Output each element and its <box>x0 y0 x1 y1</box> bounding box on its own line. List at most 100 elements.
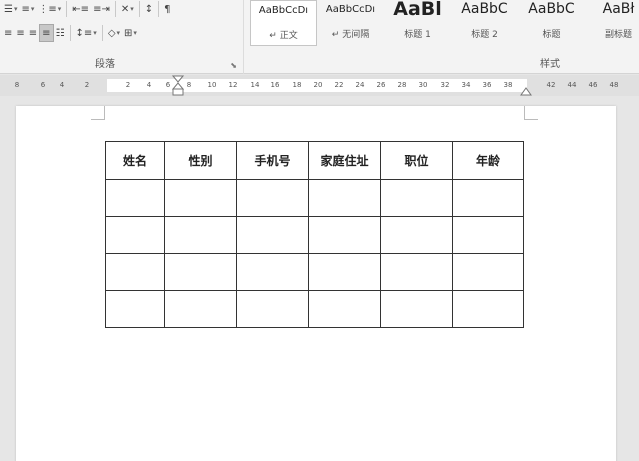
style-gallery: AaBbCcDı ↵ 正文 AaBbCcDı ↵ 无间隔 AaBl 标题 1 A… <box>250 0 639 46</box>
borders-icon[interactable]: ⊞ ▾ <box>122 24 139 42</box>
table-cell[interactable] <box>452 216 524 254</box>
style-normal[interactable]: AaBbCcDı ↵ 正文 <box>250 0 317 46</box>
numbering-icon[interactable]: ≡ ▾ <box>19 0 36 18</box>
align-center-icon[interactable]: ≡ <box>14 24 26 42</box>
style-preview: AaBl <box>393 0 442 20</box>
ruler-number: 38 <box>503 81 513 89</box>
margin-corner-mark <box>91 106 105 120</box>
table-cell[interactable] <box>236 290 309 328</box>
distributed-icon[interactable]: ☷ <box>54 24 67 42</box>
bullets-icon[interactable]: ☰ ▾ <box>2 0 19 18</box>
paragraph-group-label: 段落 <box>95 59 115 70</box>
table-cell[interactable] <box>105 216 165 254</box>
separator <box>69 25 71 41</box>
table-cell[interactable] <box>308 253 381 291</box>
table-cell[interactable] <box>452 253 524 291</box>
ruler-number: 26 <box>376 81 386 89</box>
style-preview: AaBbC <box>528 1 575 17</box>
ruler-number: 6 <box>40 81 46 89</box>
ruler-number: 24 <box>355 81 365 89</box>
chinese-layout-icon[interactable]: ✕ ▾ <box>119 0 136 18</box>
ruler-number: 22 <box>334 81 344 89</box>
ruler-number: 18 <box>292 81 302 89</box>
table-header-row: 姓名 性别 手机号 家庭住址 职位 年龄 <box>105 141 524 180</box>
header-cell[interactable]: 性别 <box>164 141 237 180</box>
header-cell[interactable]: 职位 <box>380 141 453 180</box>
style-subtitle[interactable]: AaBł 副标题 <box>585 0 639 46</box>
style-no-spacing[interactable]: AaBbCcDı ↵ 无间隔 <box>317 0 384 46</box>
table-cell[interactable] <box>105 253 165 291</box>
table-cell[interactable] <box>164 216 237 254</box>
styles-group: AaBbCcDı ↵ 正文 AaBbCcDı ↵ 无间隔 AaBl 标题 1 A… <box>250 0 639 74</box>
table-cell[interactable] <box>105 290 165 328</box>
employee-table[interactable]: 姓名 性别 手机号 家庭住址 职位 年龄 <box>105 141 524 328</box>
ruler-number: 2 <box>125 81 131 89</box>
increase-indent-icon[interactable]: ≡⇥ <box>91 0 112 18</box>
line-spacing-icon[interactable]: ↕≡ ▾ <box>74 24 99 42</box>
shading-icon[interactable]: ◇ ▾ <box>106 24 122 42</box>
show-marks-icon[interactable]: ¶ <box>162 0 172 18</box>
justify-icon[interactable]: ≡ <box>39 24 54 42</box>
ruler-number: 10 <box>207 81 217 89</box>
style-heading-2[interactable]: AaBbC 标题 2 <box>451 0 518 46</box>
table-cell[interactable] <box>380 290 453 328</box>
right-indent-marker-icon[interactable] <box>520 75 532 96</box>
style-preview: AaBbC <box>461 1 508 17</box>
decrease-indent-icon[interactable]: ⇤≡ <box>70 0 91 18</box>
ruler-number: 8 <box>14 81 20 89</box>
style-name: 标题 2 <box>471 30 498 40</box>
margin-corner-mark <box>524 106 538 120</box>
style-preview: AaBł <box>602 1 635 17</box>
ruler-number: 20 <box>313 81 323 89</box>
ruler-number: 36 <box>482 81 492 89</box>
paragraph-row-1: ☰ ▾ ≡ ▾ ⋮≡ ▾ ⇤≡ ≡⇥ ✕ ▾ ↕ ¶ <box>2 0 173 18</box>
separator <box>138 1 140 17</box>
ruler-number: 14 <box>250 81 260 89</box>
table-cell[interactable] <box>308 179 381 217</box>
table-row <box>105 253 524 291</box>
style-preview: AaBbCcDı <box>325 4 376 15</box>
table-cell[interactable] <box>308 290 381 328</box>
style-title[interactable]: AaBbC 标题 <box>518 0 585 46</box>
ruler-number: 28 <box>397 81 407 89</box>
ruler-number: 44 <box>567 81 577 89</box>
paragraph-dialog-launcher-icon[interactable]: ⬊ <box>230 61 237 70</box>
separator <box>66 1 68 17</box>
align-right-icon[interactable]: ≡ <box>27 24 39 42</box>
table-cell[interactable] <box>164 290 237 328</box>
table-cell[interactable] <box>236 179 309 217</box>
separator <box>101 25 103 41</box>
table-cell[interactable] <box>164 253 237 291</box>
table-cell[interactable] <box>236 253 309 291</box>
table-cell[interactable] <box>380 216 453 254</box>
ruler-number: 8 <box>186 81 192 89</box>
header-cell[interactable]: 姓名 <box>105 141 165 180</box>
ruler-number: 4 <box>146 81 152 89</box>
header-cell[interactable]: 家庭住址 <box>308 141 381 180</box>
header-cell[interactable]: 手机号 <box>236 141 309 180</box>
style-name: ↵ 正文 <box>269 31 298 41</box>
horizontal-ruler[interactable]: 8 6 4 2 2 4 6 8 10 12 14 16 18 20 22 24 … <box>0 75 639 96</box>
ruler-number: 42 <box>546 81 556 89</box>
sort-icon[interactable]: ↕ <box>143 0 155 18</box>
multilevel-list-icon[interactable]: ⋮≡ ▾ <box>36 0 63 18</box>
styles-group-label: 样式 <box>540 59 560 70</box>
table-cell[interactable] <box>105 179 165 217</box>
ribbon: ☰ ▾ ≡ ▾ ⋮≡ ▾ ⇤≡ ≡⇥ ✕ ▾ ↕ ¶ ≡ ≡ ≡ ≡ ☷ ↕≡ ▾ ◇ ▾ … <box>0 0 639 74</box>
ruler-number: 4 <box>59 81 65 89</box>
table-cell[interactable] <box>452 179 524 217</box>
document-page[interactable]: 姓名 性别 手机号 家庭住址 职位 年龄 <box>16 106 616 461</box>
table-row <box>105 216 524 254</box>
table-cell[interactable] <box>236 216 309 254</box>
table-cell[interactable] <box>380 179 453 217</box>
table-cell[interactable] <box>164 179 237 217</box>
header-cell[interactable]: 年龄 <box>452 141 524 180</box>
style-name: 标题 1 <box>404 30 431 40</box>
indent-marker-icon[interactable] <box>172 75 184 96</box>
align-left-icon[interactable]: ≡ <box>2 24 14 42</box>
style-heading-1[interactable]: AaBl 标题 1 <box>384 0 451 46</box>
table-cell[interactable] <box>452 290 524 328</box>
table-cell[interactable] <box>380 253 453 291</box>
document-area[interactable]: 姓名 性别 手机号 家庭住址 职位 年龄 <box>0 96 639 461</box>
table-cell[interactable] <box>308 216 381 254</box>
